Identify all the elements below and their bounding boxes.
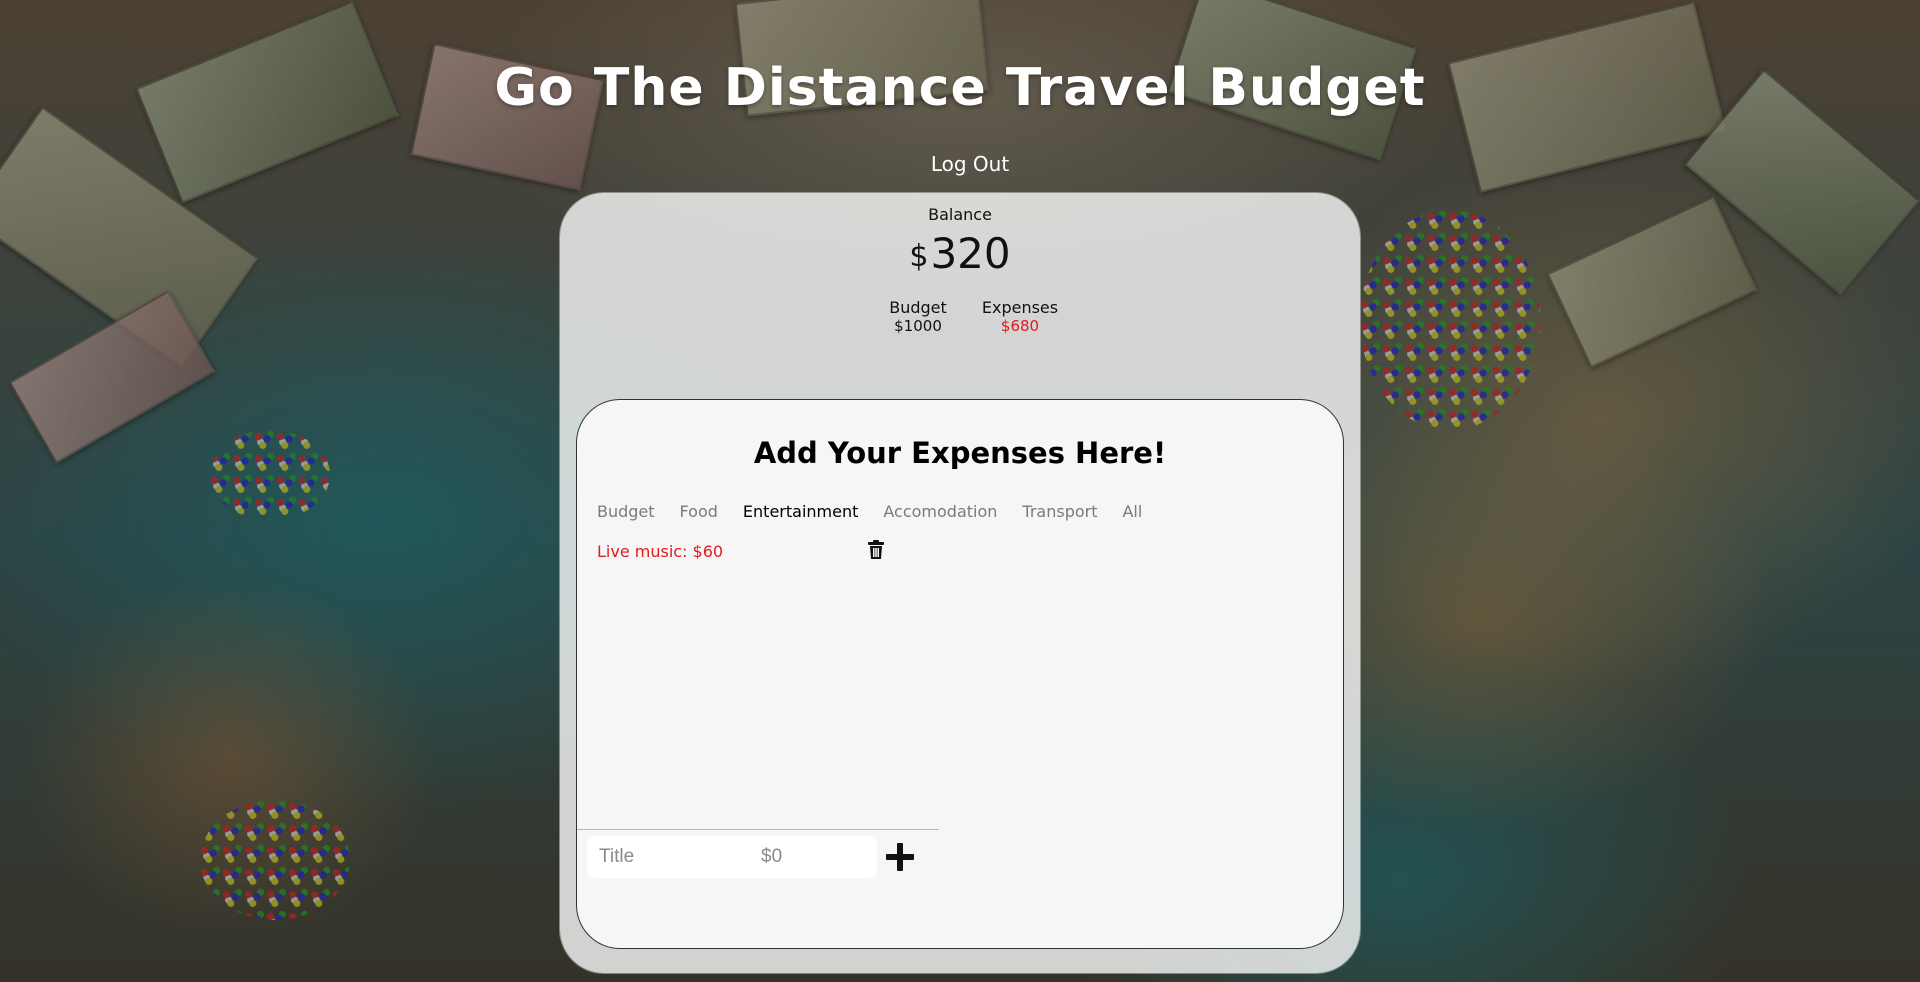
- tab-accomodation[interactable]: Accomodation: [883, 502, 997, 521]
- logout-label[interactable]: Log Out: [931, 152, 1009, 176]
- balance-amount: $320: [560, 229, 1360, 278]
- form-divider: [577, 829, 939, 830]
- budget-label: Budget: [889, 298, 947, 317]
- expenses-value: $680: [1000, 317, 1040, 335]
- tab-entertainment[interactable]: Entertainment: [743, 502, 858, 521]
- expenses-heading: Add Your Expenses Here!: [753, 436, 1167, 470]
- balance-value: 320: [930, 229, 1011, 278]
- category-tabs: Budget Food Entertainment Accomodation T…: [597, 502, 1167, 521]
- expense-title-input[interactable]: [597, 836, 747, 878]
- currency-symbol: $: [909, 239, 929, 274]
- budget-card: Balance $320 Budget $1000 Expenses $680 …: [560, 193, 1360, 973]
- logout-link[interactable]: Log Out: [0, 152, 1920, 176]
- trash-icon[interactable]: [867, 540, 885, 560]
- tab-budget[interactable]: Budget: [597, 502, 655, 521]
- page-title: Go The Distance Travel Budget: [494, 58, 1426, 118]
- budget-stat: Budget $1000: [878, 298, 958, 336]
- expense-amount-input[interactable]: [759, 836, 869, 878]
- add-expense-form: [587, 836, 877, 878]
- budget-value: $1000: [894, 317, 942, 335]
- tab-transport[interactable]: Transport: [1022, 502, 1097, 521]
- expenses-label: Expenses: [981, 298, 1059, 317]
- expenses-panel: Add Your Expenses Here! Budget Food Ente…: [576, 399, 1344, 949]
- list-item: Live music: $60: [597, 540, 887, 564]
- plus-icon[interactable]: [883, 840, 917, 874]
- expense-item-text: Live music: $60: [597, 542, 724, 561]
- tab-all[interactable]: All: [1122, 502, 1142, 521]
- tab-food[interactable]: Food: [680, 502, 718, 521]
- expenses-stat: Expenses $680: [970, 298, 1070, 336]
- balance-label: Balance: [928, 205, 992, 224]
